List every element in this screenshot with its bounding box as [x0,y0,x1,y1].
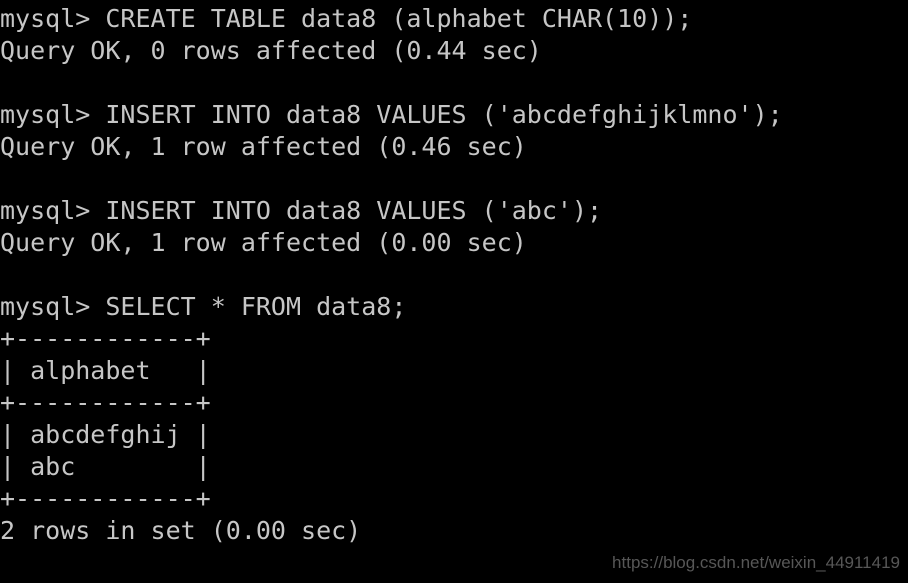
console-line: mysql> CREATE TABLE data8 (alphabet CHAR… [0,4,693,33]
console-line-blank [0,163,783,195]
result-table-row: | abcdefghij | [0,420,211,449]
console-output: mysql> CREATE TABLE data8 (alphabet CHAR… [0,3,783,547]
console-line-blank [0,67,783,99]
result-table-header-row: | alphabet | [0,356,211,385]
result-row-count: 2 rows in set (0.00 sec) [0,516,362,545]
result-table-border-top: +------------+ [0,324,211,353]
console-line: mysql> SELECT * FROM data8; [0,292,407,321]
watermark-url: https://blog.csdn.net/weixin_44911419 [612,553,900,572]
result-table-border-bottom: +------------+ [0,484,211,513]
console-line: mysql> INSERT INTO data8 VALUES ('abcdef… [0,100,783,129]
result-table-row: | abc | [0,452,211,481]
console-line: Query OK, 0 rows affected (0.44 sec) [0,36,542,65]
console-line: Query OK, 1 row affected (0.46 sec) [0,132,527,161]
console-line-blank [0,259,783,291]
terminal-window[interactable]: mysql> CREATE TABLE data8 (alphabet CHAR… [0,0,908,583]
console-line: Query OK, 1 row affected (0.00 sec) [0,228,527,257]
result-table-border-mid: +------------+ [0,388,211,417]
console-line: mysql> INSERT INTO data8 VALUES ('abc'); [0,196,603,225]
